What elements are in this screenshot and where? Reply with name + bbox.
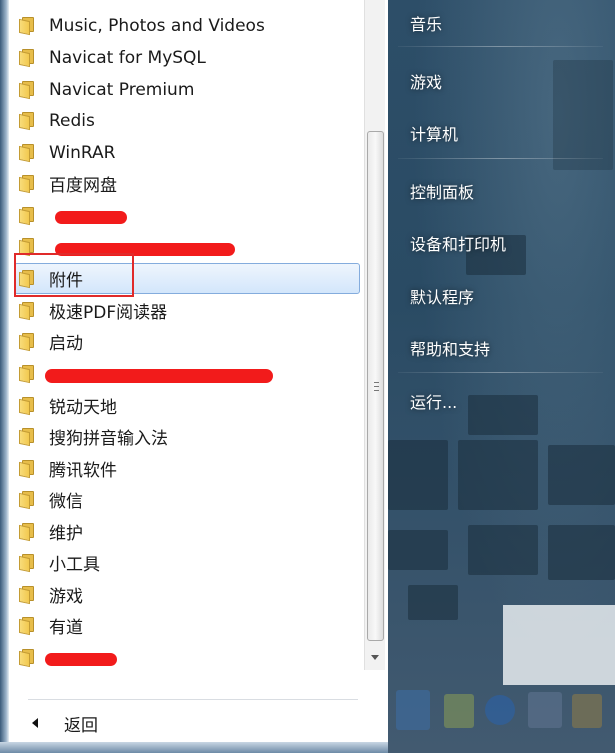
grip-icon xyxy=(374,382,379,391)
menu-item-music[interactable]: 音乐 xyxy=(410,11,442,35)
menu-item-help-support[interactable]: 帮助和支持 xyxy=(410,336,490,360)
program-label: 腾讯软件 xyxy=(49,461,117,481)
folder-icon xyxy=(19,144,37,163)
folder-icon xyxy=(19,617,37,636)
folder-icon xyxy=(19,17,37,36)
folder-icon xyxy=(19,302,37,321)
taskbar-icon[interactable] xyxy=(444,694,474,728)
background-blur xyxy=(408,585,458,620)
background-blur xyxy=(553,60,613,170)
folder-icon xyxy=(19,460,37,479)
taskbar-icon[interactable] xyxy=(572,694,602,728)
program-folder-tencent[interactable]: 腾讯软件 xyxy=(14,453,360,484)
background-blur xyxy=(548,525,615,580)
folder-icon xyxy=(19,523,37,542)
background-blur xyxy=(548,445,615,505)
background-blur xyxy=(468,525,538,575)
taskbar-icon[interactable] xyxy=(528,692,562,728)
program-folder-navicat-premium[interactable]: Navicat Premium xyxy=(14,74,360,105)
scrollbar-thumb[interactable] xyxy=(367,131,384,641)
back-label: 返回 xyxy=(64,715,98,736)
program-label: Navicat for MySQL xyxy=(49,47,206,68)
program-label: Music, Photos and Videos xyxy=(49,15,265,36)
program-folder-music-photos-videos[interactable]: Music, Photos and Videos xyxy=(14,10,360,41)
taskbar-icons xyxy=(396,690,602,730)
menu-item-run[interactable]: 运行... xyxy=(410,389,457,413)
program-label: 微信 xyxy=(49,492,83,512)
redaction-mark xyxy=(45,653,117,666)
program-folder-sogou-input[interactable]: 搜狗拼音输入法 xyxy=(14,421,360,452)
program-label: 启动 xyxy=(49,334,83,354)
program-folder-wechat[interactable]: 微信 xyxy=(14,484,360,515)
divider xyxy=(398,158,603,159)
back-button[interactable]: 返回 xyxy=(26,708,346,738)
program-label: 游戏 xyxy=(49,587,83,607)
programs-list: Music, Photos and Videos Navicat for MyS… xyxy=(10,10,363,670)
search-box-edge xyxy=(0,742,388,753)
program-folder-redis[interactable]: Redis xyxy=(14,105,360,136)
folder-icon xyxy=(19,49,37,68)
folder-icon xyxy=(19,81,37,100)
program-label: 维护 xyxy=(49,524,83,544)
redaction-mark xyxy=(55,211,127,224)
menu-item-default-programs[interactable]: 默认程序 xyxy=(410,284,474,308)
menu-item-computer[interactable]: 计算机 xyxy=(410,121,458,145)
program-folder-maintenance[interactable]: 维护 xyxy=(14,516,360,547)
taskbar-icon[interactable] xyxy=(485,695,515,725)
program-label: Navicat Premium xyxy=(49,79,195,100)
program-folder-redacted-4[interactable] xyxy=(14,642,360,673)
program-label: 小工具 xyxy=(49,555,100,575)
program-folder-navicat-mysql[interactable]: Navicat for MySQL xyxy=(14,42,360,73)
folder-icon xyxy=(19,333,37,352)
program-folder-redacted-3[interactable] xyxy=(14,358,360,389)
menu-item-control-panel[interactable]: 控制面板 xyxy=(410,179,474,203)
folder-icon xyxy=(19,112,37,131)
background-blur xyxy=(468,395,538,435)
start-menu-left-edge xyxy=(0,0,9,753)
menu-item-games[interactable]: 游戏 xyxy=(410,69,442,93)
menu-item-devices-printers[interactable]: 设备和打印机 xyxy=(410,231,506,255)
program-folder-youdao[interactable]: 有道 xyxy=(14,610,360,641)
folder-icon xyxy=(19,428,37,447)
background-blur xyxy=(388,530,448,570)
program-label: 极速PDF阅读器 xyxy=(49,303,168,323)
background-blur xyxy=(458,440,538,510)
program-label: 搜狗拼音输入法 xyxy=(49,429,168,449)
program-label: 锐动天地 xyxy=(49,398,117,418)
divider xyxy=(398,46,603,47)
folder-icon xyxy=(19,649,37,668)
taskbar-icon[interactable] xyxy=(396,690,430,730)
program-label: 有道 xyxy=(49,618,83,638)
divider xyxy=(398,372,603,373)
folder-icon xyxy=(19,397,37,416)
folder-icon xyxy=(19,207,37,226)
program-folder-startup[interactable]: 启动 xyxy=(14,326,360,357)
program-folder-redacted-1[interactable] xyxy=(14,200,360,231)
divider xyxy=(28,699,358,700)
program-folder-games[interactable]: 游戏 xyxy=(14,579,360,610)
all-programs-pane: Music, Photos and Videos Navicat for MyS… xyxy=(0,0,388,753)
program-folder-gadgets[interactable]: 小工具 xyxy=(14,547,360,578)
program-folder-winrar[interactable]: WinRAR xyxy=(14,137,360,168)
annotation-highlight-box xyxy=(14,253,134,297)
right-menu-pane: 音乐 游戏 计算机 控制面板 设备和打印机 默认程序 帮助和支持 运行... xyxy=(388,0,615,753)
scroll-down-icon[interactable] xyxy=(371,655,379,660)
redaction-mark xyxy=(45,369,273,383)
background-blur xyxy=(503,605,615,685)
program-label: WinRAR xyxy=(49,142,116,163)
programs-scrollbar[interactable] xyxy=(364,0,385,670)
back-arrow-icon xyxy=(32,718,38,728)
background-blur xyxy=(388,440,448,510)
folder-icon xyxy=(19,491,37,510)
folder-icon xyxy=(19,365,37,384)
folder-icon xyxy=(19,175,37,194)
program-folder-baidu-netdisk[interactable]: 百度网盘 xyxy=(14,168,360,199)
program-folder-ruidong[interactable]: 锐动天地 xyxy=(14,390,360,421)
program-label: Redis xyxy=(49,110,95,131)
folder-icon xyxy=(19,586,37,605)
program-folder-pdf-reader[interactable]: 极速PDF阅读器 xyxy=(14,295,360,326)
folder-icon xyxy=(19,554,37,573)
program-label: 百度网盘 xyxy=(49,176,117,196)
